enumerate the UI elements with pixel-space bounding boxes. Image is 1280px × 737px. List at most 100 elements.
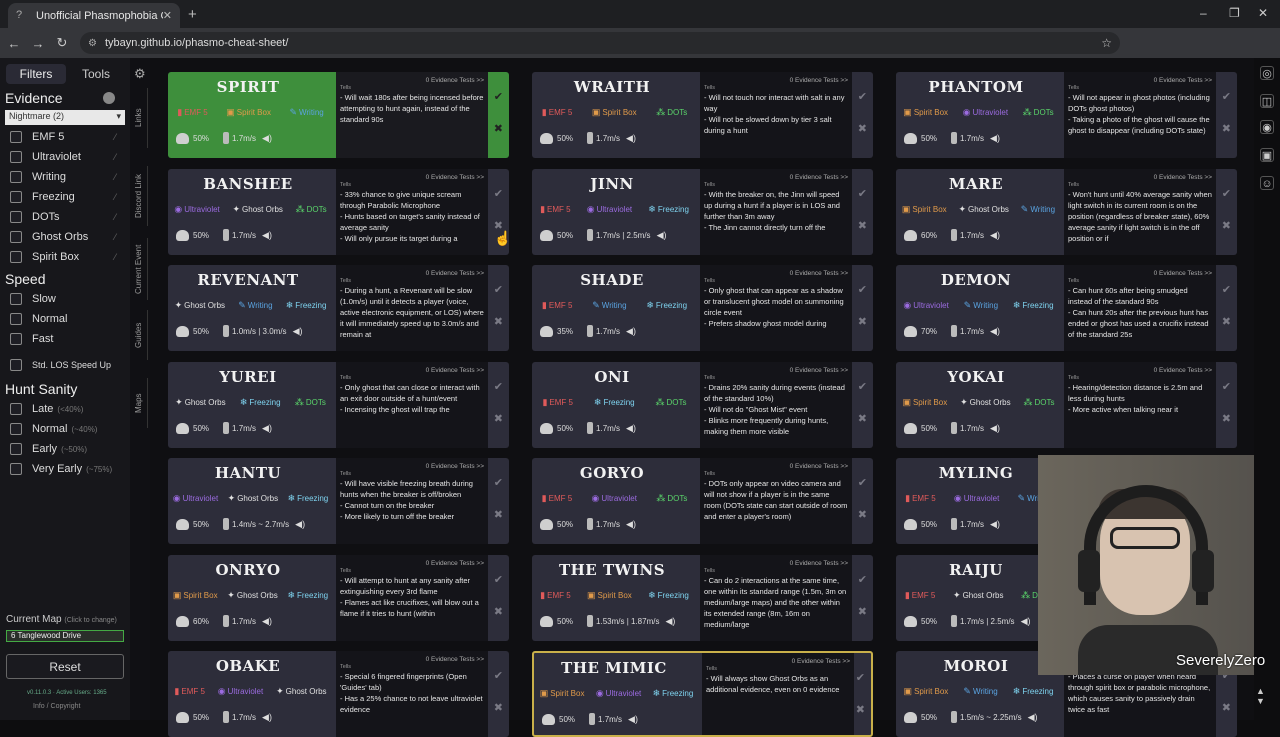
play-sound-icon[interactable]: ◀)	[990, 133, 1000, 144]
play-sound-icon[interactable]: ◀)	[626, 423, 636, 434]
bookmark-star-icon[interactable]: ☆	[1101, 36, 1112, 50]
evidence-tests-link[interactable]: 0 Evidence Tests >>	[704, 366, 848, 375]
los-speed-filter[interactable]: Std. LOS Speed Up	[0, 355, 130, 375]
confirm-ghost-check-icon[interactable]: ✔	[858, 380, 867, 393]
rail-guides[interactable]: Guides	[134, 310, 148, 360]
new-tab-icon[interactable]: +	[188, 6, 197, 23]
confirm-ghost-check-icon[interactable]: ✔	[858, 187, 867, 200]
exclude-ghost-x-icon[interactable]: ✖	[1222, 412, 1231, 425]
evidence-filter-ghost-orbs[interactable]: Ghost Orbs ⁄	[0, 227, 130, 247]
evidence-checkbox[interactable]	[10, 131, 22, 143]
hunt-filter-very-early[interactable]: Very Early (~75%)	[0, 459, 130, 479]
ghost-card-oni[interactable]: ONI ▮ EMF 5 ❄ Freezing ⁂ DOTs 50% 1.7m/s ◀) 0 Evid…	[532, 362, 873, 448]
reset-button[interactable]: Reset	[6, 654, 124, 679]
info-link[interactable]: Info / Copyright	[33, 703, 80, 710]
evidence-tests-link[interactable]: 0 Evidence Tests >>	[704, 76, 848, 85]
confirm-ghost-check-icon[interactable]: ✔	[856, 671, 865, 684]
scroll-arrows-icon[interactable]: ▲ ▼	[1256, 686, 1265, 706]
ghost-card-banshee[interactable]: BANSHEE ◉ Ultraviolet ✦ Ghost Orbs ⁂ DOTs 50% 1.…	[168, 169, 509, 255]
minimize-icon[interactable]: –	[1200, 6, 1207, 20]
play-sound-icon[interactable]: ◀)	[628, 714, 638, 725]
evidence-tests-link[interactable]: 0 Evidence Tests >>	[340, 76, 484, 85]
evidence-tests-link[interactable]: 0 Evidence Tests >>	[1068, 173, 1212, 182]
evidence-checkbox[interactable]	[10, 211, 22, 223]
hide-evidence-icon[interactable]: ⁄	[114, 252, 116, 262]
evidence-tests-link[interactable]: 0 Evidence Tests >>	[340, 366, 484, 375]
evidence-checkbox[interactable]	[10, 191, 22, 203]
reload-icon[interactable]: ↻	[50, 35, 74, 51]
play-sound-icon[interactable]: ◀)	[1021, 616, 1031, 627]
toolbar-icon[interactable]: ◉	[1260, 120, 1274, 134]
play-sound-icon[interactable]: ◀)	[990, 230, 1000, 241]
confirm-ghost-check-icon[interactable]: ✔	[858, 90, 867, 103]
current-map-button[interactable]: 6 Tanglewood Drive	[6, 630, 124, 642]
exclude-ghost-x-icon[interactable]: ✖	[1222, 219, 1231, 232]
exclude-ghost-x-icon[interactable]: ✖	[858, 219, 867, 232]
hide-evidence-icon[interactable]: ⁄	[114, 192, 116, 202]
evidence-tests-link[interactable]: 0 Evidence Tests >>	[340, 173, 484, 182]
evidence-filter-dots[interactable]: DOTs ⁄	[0, 207, 130, 227]
evidence-tests-link[interactable]: 0 Evidence Tests >>	[1068, 269, 1212, 278]
difficulty-select[interactable]: Nightmare (2) ▾	[5, 110, 125, 125]
ghost-card-jinn[interactable]: JINN ▮ EMF 5 ◉ Ultraviolet ❄ Freezing 50% 1.7m/s…	[532, 169, 873, 255]
play-sound-icon[interactable]: ◀)	[295, 519, 305, 530]
evidence-tests-link[interactable]: 0 Evidence Tests >>	[340, 269, 484, 278]
hide-evidence-icon[interactable]: ⁄	[114, 212, 116, 222]
browser-tab[interactable]: ? Unofficial Phasmophobia Cheat... ✕	[8, 3, 180, 28]
evidence-tests-link[interactable]: 0 Evidence Tests >>	[704, 559, 848, 568]
discord-icon[interactable]: ☺	[1260, 176, 1274, 190]
toolbar-icon[interactable]: ◫	[1260, 94, 1274, 108]
exclude-ghost-x-icon[interactable]: ✖	[858, 315, 867, 328]
speed-checkbox[interactable]	[10, 293, 22, 305]
speed-checkbox[interactable]	[10, 333, 22, 345]
play-sound-icon[interactable]: ◀)	[293, 326, 303, 337]
evidence-tests-link[interactable]: 0 Evidence Tests >>	[340, 559, 484, 568]
play-sound-icon[interactable]: ◀)	[1028, 712, 1038, 723]
exclude-ghost-x-icon[interactable]: ✖	[856, 703, 865, 716]
exclude-ghost-x-icon[interactable]: ✖	[858, 605, 867, 618]
confirm-ghost-check-icon[interactable]: ✔	[858, 573, 867, 586]
confirm-ghost-check-icon[interactable]: ✔	[494, 573, 503, 586]
rail-links[interactable]: Links	[134, 88, 148, 148]
evidence-checkbox[interactable]	[10, 171, 22, 183]
exclude-ghost-x-icon[interactable]: ✖	[494, 412, 503, 425]
evidence-filter-ultraviolet[interactable]: Ultraviolet ⁄	[0, 147, 130, 167]
play-sound-icon[interactable]: ◀)	[665, 616, 675, 627]
exclude-ghost-x-icon[interactable]: ✖	[494, 508, 503, 521]
play-sound-icon[interactable]: ◀)	[626, 519, 636, 530]
evidence-filter-spirit-box[interactable]: Spirit Box ⁄	[0, 247, 130, 267]
maximize-icon[interactable]: ❐	[1229, 6, 1240, 20]
confirm-ghost-check-icon[interactable]: ✔	[494, 476, 503, 489]
hunt-checkbox[interactable]	[10, 463, 22, 475]
ghost-card-revenant[interactable]: REVENANT ✦ Ghost Orbs ✎ Writing ❄ Freezing 50% 1…	[168, 265, 509, 351]
exclude-ghost-x-icon[interactable]: ✖	[1222, 122, 1231, 135]
exclude-ghost-x-icon[interactable]: ✖	[494, 605, 503, 618]
ghost-card-the-mimic[interactable]: THE MIMIC ▣ Spirit Box ◉ Ultraviolet ❄ Freezin…	[532, 651, 873, 737]
rail-discord-link[interactable]: Discord Link	[134, 166, 148, 226]
exclude-ghost-x-icon[interactable]: ✖	[494, 315, 503, 328]
evidence-tests-link[interactable]: 0 Evidence Tests >>	[1068, 366, 1212, 375]
confirm-ghost-check-icon[interactable]: ✔	[494, 380, 503, 393]
evidence-tests-link[interactable]: 0 Evidence Tests >>	[340, 655, 484, 664]
speed-filter-slow[interactable]: Slow	[0, 289, 130, 309]
exclude-ghost-x-icon[interactable]: ✖	[1222, 315, 1231, 328]
ghost-card-the-twins[interactable]: THE TWINS ▮ EMF 5 ▣ Spirit Box ❄ Freezing 50% 1.…	[532, 555, 873, 641]
exclude-ghost-x-icon[interactable]: ✖	[858, 412, 867, 425]
speed-filter-fast[interactable]: Fast	[0, 329, 130, 349]
play-sound-icon[interactable]: ◀)	[262, 423, 272, 434]
ghost-card-yurei[interactable]: YUREI ✦ Ghost Orbs ❄ Freezing ⁂ DOTs 50% 1.7m/s ◀…	[168, 362, 509, 448]
speed-checkbox[interactable]	[10, 313, 22, 325]
ghost-card-phantom[interactable]: PHANTOM ▣ Spirit Box ◉ Ultraviolet ⁂ DOTs 50% 1.…	[896, 72, 1237, 158]
toolbar-icon[interactable]: ▣	[1260, 148, 1274, 162]
forward-icon[interactable]: →	[26, 36, 50, 51]
ghost-card-shade[interactable]: SHADE ▮ EMF 5 ✎ Writing ❄ Freezing 35% 1.7m/s ◀) 0…	[532, 265, 873, 351]
confirm-ghost-check-icon[interactable]: ✔	[494, 283, 503, 296]
rail-current-event[interactable]: Current Event	[134, 238, 148, 300]
evidence-filter-writing[interactable]: Writing ⁄	[0, 167, 130, 187]
play-sound-icon[interactable]: ◀)	[626, 133, 636, 144]
difficulty-moon-icon[interactable]	[103, 92, 115, 104]
confirm-ghost-check-icon[interactable]: ✔	[1222, 90, 1231, 103]
hunt-filter-late[interactable]: Late (<40%)	[0, 399, 130, 419]
play-sound-icon[interactable]: ◀)	[990, 519, 1000, 530]
evidence-filter-freezing[interactable]: Freezing ⁄	[0, 187, 130, 207]
